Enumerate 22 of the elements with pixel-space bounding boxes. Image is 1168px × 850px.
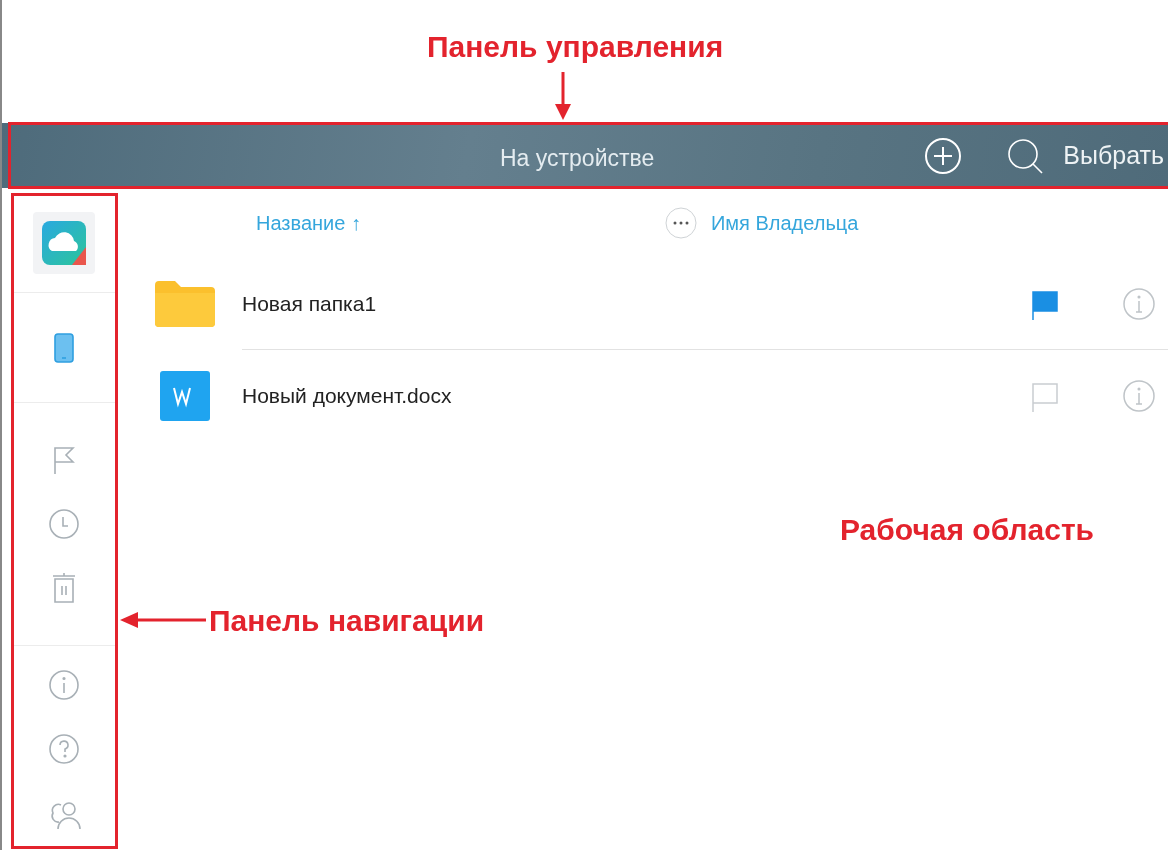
annotation-label: Рабочая область: [840, 512, 1095, 548]
column-header[interactable]: Имя Владельца: [710, 208, 859, 238]
toolbar-title: На устройстве: [500, 144, 655, 173]
select-button[interactable]: Выбрать: [1063, 136, 1168, 175]
file-name: Новая папка1: [242, 290, 378, 317]
add-icon[interactable]: [923, 135, 964, 176]
file-row[interactable]: Новый документ.docx: [116, 350, 1168, 442]
help-icon[interactable]: [47, 732, 81, 766]
info-icon[interactable]: [1122, 286, 1156, 321]
info-icon[interactable]: [1122, 379, 1156, 413]
file-name: Новый документ.docx: [242, 383, 453, 410]
annotation-label: Панель управления: [427, 29, 724, 65]
down-arrow: [554, 72, 572, 122]
file-row[interactable]: Новая папка1: [116, 258, 1168, 350]
cloud-logo-icon[interactable]: [42, 220, 86, 265]
word-document-icon: [160, 371, 210, 421]
annotation-label: Панель навигации: [209, 603, 485, 639]
more-icon[interactable]: [664, 207, 697, 239]
column-header[interactable]: Название ↑: [256, 208, 361, 238]
folder-icon: [155, 281, 215, 327]
clock-icon[interactable]: [47, 507, 81, 541]
info-icon[interactable]: [47, 668, 81, 702]
